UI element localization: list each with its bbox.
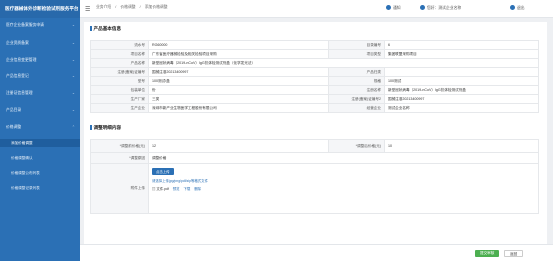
field-label: *调整前价格(元) xyxy=(90,139,149,153)
menu-toggle-icon[interactable]: ☰ xyxy=(85,6,90,13)
sidebar-item-label: 产品目录 xyxy=(6,108,22,112)
attachment-area: 点击上传 请选择上传jpg/png/pdf/zip等格式文件 ▤ 文件.pdf … xyxy=(148,163,539,214)
logout-button[interactable]: 退出 xyxy=(510,5,525,11)
submit-button[interactable]: 提交审核 xyxy=(475,250,500,257)
breadcrumb-item: 添加价格调整 xyxy=(144,5,168,9)
package-unit-value: 份 xyxy=(148,85,329,95)
sidebar-subitem-record-list[interactable]: 价格调整记录列表 xyxy=(0,184,80,192)
upload-hint: 请选择上传jpg/png/pdf/zip等格式文件 xyxy=(152,179,208,183)
sidebar-item-label: 注册证信息管理 xyxy=(6,91,33,95)
sidebar-item-label: 价格调整 xyxy=(6,125,22,129)
sidebar-item-catalog[interactable]: 产品目录 ⌄ xyxy=(0,107,80,114)
registration-number-2-value: 国械注准20213400997 xyxy=(384,94,539,104)
chevron-down-icon: ⌄ xyxy=(71,74,75,78)
model-value: 100测试/盒 xyxy=(148,76,329,86)
footer-actions: 提交审核 返回 xyxy=(80,244,553,261)
field-label: 注册(备案)证编号 xyxy=(90,67,149,77)
sidebar-item-label: 企业信息变更管理 xyxy=(6,58,37,62)
sidebar-item-label: 医疗企业备案服务申请 xyxy=(6,23,44,27)
catalog-number-value: 6 xyxy=(384,40,539,50)
field-label: 经营企业 xyxy=(328,103,385,113)
reason-input[interactable]: 调整价格 xyxy=(148,152,539,164)
chevron-down-icon: ⌄ xyxy=(71,41,75,45)
app-title: 医疗器械体外诊断检验试剂服务平台 xyxy=(0,0,80,18)
dealer-value: 测试企业名称 xyxy=(384,103,539,113)
field-label: 注册(备案)证编号2 xyxy=(328,94,385,104)
file-name: 文件.pdf xyxy=(156,187,169,191)
product-name-value: 新型冠状病毒（2019-nCoV）IgG抗体检测试剂盒（化学发光法） xyxy=(148,58,539,68)
field-label: 项目类型 xyxy=(328,49,385,59)
sidebar-subitem-confirm[interactable]: 价格调整确认 xyxy=(0,154,80,162)
user-label: 您好：测试企业名称 xyxy=(427,6,462,10)
field-label: 注册名称 xyxy=(328,85,385,95)
sidebar-item-label: 产品信息登记 xyxy=(6,74,29,78)
registration-number-value: 国械注准20213400997 xyxy=(148,67,329,77)
project-name-value: 广东省医疗器械检验及相关检验项目采购 xyxy=(148,49,329,59)
sidebar-item-service-apply[interactable]: 医疗企业备案服务申请 ⌄ xyxy=(0,22,80,29)
field-label: 产品归类 xyxy=(328,67,385,77)
notice-label: 通知 xyxy=(393,6,401,10)
file-icon: ▤ xyxy=(152,187,156,191)
field-label: *调整后价格(元) xyxy=(328,139,385,153)
file-item: ▤ 文件.pdf 预览 下载 删除 xyxy=(152,186,535,191)
manufacturer-class-value: 三类 xyxy=(148,94,329,104)
field-label: 生产厂家 xyxy=(90,94,149,104)
avatar xyxy=(420,5,425,10)
chevron-down-icon: ⌄ xyxy=(71,58,75,62)
field-label: 规格 xyxy=(328,76,385,86)
field-label: 项目名称 xyxy=(90,49,149,59)
chevron-down-icon: ⌄ xyxy=(71,91,75,95)
user-menu[interactable]: 您好：测试企业名称 xyxy=(420,5,461,11)
chevron-down-icon: ⌄ xyxy=(71,23,75,27)
chevron-up-icon: ⌃ xyxy=(71,125,75,129)
product-category-value xyxy=(384,67,539,77)
field-label: 包装单位 xyxy=(90,85,149,95)
new-price-input[interactable]: 10 xyxy=(384,139,539,153)
sidebar-item-certificate[interactable]: 注册证信息管理 ⌄ xyxy=(0,90,80,97)
sidebar-item-product-register[interactable]: 产品信息登记 ⌄ xyxy=(0,73,80,80)
logout-icon xyxy=(510,5,515,10)
section-title-adjust: 调整明细内容 xyxy=(90,125,122,131)
breadcrumb-separator: / xyxy=(139,5,141,9)
breadcrumb: 业务介绍 / 价格调整 / 添加价格调整 xyxy=(96,5,171,10)
project-type-value: 集团联盟采购项目 xyxy=(384,49,539,59)
chevron-down-icon: ⌄ xyxy=(71,108,75,112)
serial-number-value: RG60000 xyxy=(148,40,329,50)
spec-value: 100测试 xyxy=(384,76,539,86)
back-button[interactable]: 返回 xyxy=(504,250,524,257)
orig-price-input[interactable]: 12 xyxy=(148,139,329,153)
sidebar-item-qualification[interactable]: 企业资质备案 ⌄ xyxy=(0,40,80,47)
breadcrumb-item[interactable]: 价格调整 xyxy=(120,5,135,9)
breadcrumb-separator: / xyxy=(115,5,117,9)
main-content: 产品基本信息 流水号 RG60000 目录编号 6 项目名称 广东省医疗器械检验… xyxy=(84,22,547,244)
sidebar: 医疗器械体外诊断检验试剂服务平台 医疗企业备案服务申请 ⌄ 企业资质备案 ⌄ 企业信… xyxy=(0,0,80,261)
adjust-info-table: *调整前价格(元) 12 *调整后价格(元) 10 *调整原因 调整价格 附件上… xyxy=(90,139,539,214)
section-title-product: 产品基本信息 xyxy=(90,26,122,32)
topbar: ☰ 业务介绍 / 价格调整 / 添加价格调整 通知 您好：测试企业名称 退出 xyxy=(80,0,553,18)
field-label: 目录编号 xyxy=(328,40,385,50)
field-label: 产品名称 xyxy=(90,58,149,68)
sidebar-item-price-adjust[interactable]: 价格调整 ⌃ xyxy=(0,124,80,131)
product-info-table: 流水号 RG60000 目录编号 6 项目名称 广东省医疗器械检验及相关检验项目… xyxy=(90,40,539,113)
registered-name-value: 新型冠状病毒（2019-nCoV）IgG抗体检测试剂盒 xyxy=(384,85,539,95)
field-label: 流水号 xyxy=(90,40,149,50)
sidebar-item-company-change[interactable]: 企业信息变更管理 ⌄ xyxy=(0,57,80,64)
notice-button[interactable]: 通知 xyxy=(386,5,401,11)
preview-link[interactable]: 预览 xyxy=(173,187,180,191)
upload-button[interactable]: 点击上传 xyxy=(152,168,174,175)
sidebar-subitem-add-adjust[interactable]: 添加价格调整 xyxy=(0,139,80,147)
bell-icon xyxy=(386,5,391,10)
sidebar-subitem-public-list[interactable]: 价格调整公布列表 xyxy=(0,169,80,177)
download-link[interactable]: 下载 xyxy=(183,187,190,191)
breadcrumb-item[interactable]: 业务介绍 xyxy=(96,5,111,9)
producer-value: 深圳市新产业生物医学工程股份有限公司 xyxy=(148,103,329,113)
field-label: 生产企业 xyxy=(90,103,149,113)
field-label: 附件上传 xyxy=(90,163,149,214)
field-label: *调整原因 xyxy=(90,152,149,164)
delete-link[interactable]: 删除 xyxy=(194,187,201,191)
sidebar-item-label: 企业资质备案 xyxy=(6,41,29,45)
field-label: 型号 xyxy=(90,76,149,86)
logout-label: 退出 xyxy=(517,6,525,10)
